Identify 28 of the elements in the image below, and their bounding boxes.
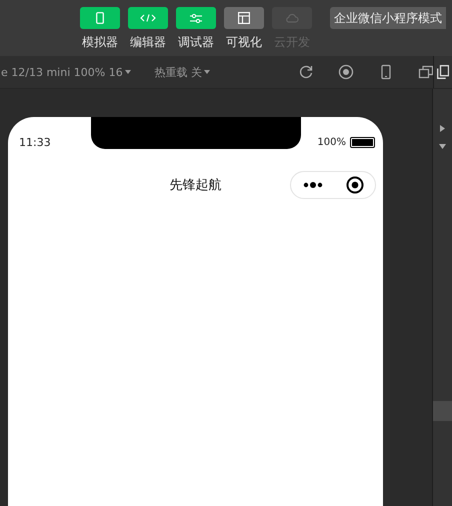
battery-percent: 100% [317, 136, 346, 148]
windows-icon[interactable] [418, 64, 434, 80]
more-icon[interactable] [302, 181, 322, 189]
stop-icon[interactable] [338, 64, 354, 80]
phone-icon [96, 12, 104, 24]
code-icon [140, 14, 156, 22]
tool-label: 编辑器 [130, 34, 166, 51]
page-title: 先锋起航 [170, 177, 222, 194]
sliders-icon [190, 14, 202, 22]
battery-icon [350, 136, 375, 148]
mode-button[interactable]: 企业微信小程序模式 [330, 7, 446, 29]
tool-label: 调试器 [178, 34, 214, 51]
tool-button[interactable] [224, 7, 264, 29]
caret-icon [124, 70, 131, 74]
device-dropdown[interactable]: e 12/13 mini 100% 16 [1, 66, 131, 78]
tool-label: 可视化 [226, 34, 262, 51]
expand-arrow-icon[interactable] [440, 125, 445, 132]
copy-icon[interactable] [437, 65, 449, 79]
hot-reload-dropdown[interactable]: 热重载 关 [154, 64, 210, 80]
caret-icon [204, 70, 210, 74]
layout-icon [238, 12, 250, 24]
refresh-icon[interactable] [298, 64, 314, 80]
tool-label: 模拟器 [82, 34, 118, 51]
scrollbar-thumb[interactable] [433, 401, 452, 421]
collapse-arrow-icon[interactable] [439, 144, 446, 149]
status-time: 11:33 [19, 136, 51, 148]
cloud-icon [285, 13, 299, 23]
close-icon[interactable] [346, 176, 364, 194]
